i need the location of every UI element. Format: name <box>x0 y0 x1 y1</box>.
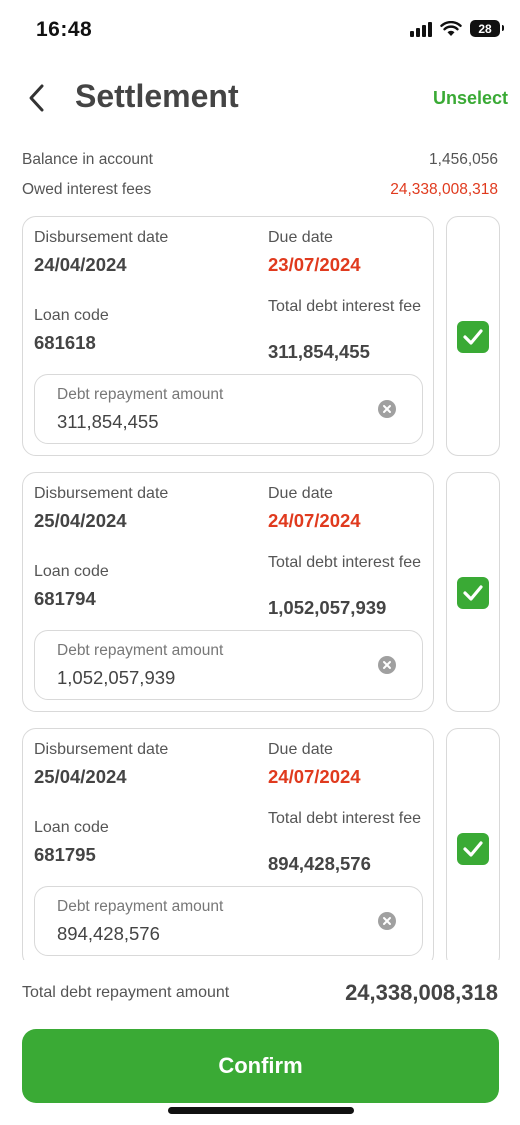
loan-code-label: Loan code <box>34 307 109 324</box>
battery-level: 28 <box>478 21 492 36</box>
back-button[interactable] <box>22 80 54 116</box>
total-fee-label: Total debt interest fee <box>268 810 421 827</box>
battery-icon: 28 <box>470 20 504 37</box>
unselect-button[interactable]: Unselect <box>433 88 508 109</box>
clear-icon[interactable] <box>378 912 396 930</box>
total-fee-value: 311,854,455 <box>268 341 370 362</box>
loan-card: Disbursement date 25/04/2024 Due date 24… <box>22 728 434 960</box>
signal-icon <box>410 21 432 37</box>
total-fee-label: Total debt interest fee <box>268 298 421 315</box>
disbursement-date-label: Disbursement date <box>34 485 169 502</box>
owed-interest-row: Owed interest fees 24,338,008,318 <box>22 181 498 199</box>
disbursement-date-value: 25/04/2024 <box>34 510 127 531</box>
owed-interest-value: 24,338,008,318 <box>390 181 498 198</box>
clear-icon[interactable] <box>378 400 396 418</box>
checkbox-checked-icon[interactable] <box>457 321 489 353</box>
balance-label: Balance in account <box>22 151 153 168</box>
checkbox-checked-icon[interactable] <box>457 833 489 865</box>
disbursement-date-value: 25/04/2024 <box>34 766 127 787</box>
clear-icon[interactable] <box>378 656 396 674</box>
chevron-left-icon <box>29 84 44 112</box>
disbursement-date-label: Disbursement date <box>34 741 169 758</box>
total-fee-label: Total debt interest fee <box>268 554 421 571</box>
disbursement-date-value: 24/04/2024 <box>34 254 127 275</box>
due-date-label: Due date <box>268 485 333 502</box>
header: Settlement Unselect <box>0 70 520 126</box>
status-icons: 28 <box>410 20 504 37</box>
loan-code-label: Loan code <box>34 563 109 580</box>
loan-code-value: 681618 <box>34 332 96 353</box>
total-repayment-label: Total debt repayment amount <box>22 984 230 1001</box>
due-date-value: 24/07/2024 <box>268 510 361 531</box>
due-date-label: Due date <box>268 741 333 758</box>
balance-row: Balance in account 1,456,056 <box>22 151 498 169</box>
select-column[interactable] <box>446 216 500 456</box>
total-fee-value: 1,052,057,939 <box>268 597 387 618</box>
loan-card: Disbursement date 25/04/2024 Due date 24… <box>22 472 434 712</box>
repayment-amount-value[interactable]: 1,052,057,939 <box>57 667 175 689</box>
due-date-value: 23/07/2024 <box>268 254 361 275</box>
repayment-amount-value[interactable]: 311,854,455 <box>57 411 159 433</box>
loan-code-value: 681794 <box>34 588 96 609</box>
repayment-amount-label: Debt repayment amount <box>57 898 224 915</box>
due-date-value: 24/07/2024 <box>268 766 361 787</box>
status-time: 16:48 <box>36 18 93 41</box>
wifi-icon <box>440 20 462 36</box>
total-fee-value: 894,428,576 <box>268 853 371 874</box>
loan-code-label: Loan code <box>34 819 109 836</box>
repayment-amount-input[interactable]: Debt repayment amount 311,854,455 <box>34 374 423 444</box>
disbursement-date-label: Disbursement date <box>34 229 169 246</box>
page-title: Settlement <box>75 78 239 114</box>
status-bar: 16:48 28 <box>0 0 520 60</box>
repayment-amount-value[interactable]: 894,428,576 <box>57 923 160 945</box>
repayment-amount-input[interactable]: Debt repayment amount 894,428,576 <box>34 886 423 956</box>
confirm-button[interactable]: Confirm <box>22 1029 499 1103</box>
due-date-label: Due date <box>268 229 333 246</box>
loan-code-value: 681795 <box>34 844 96 865</box>
total-repayment-value: 24,338,008,318 <box>345 980 498 1005</box>
owed-interest-label: Owed interest fees <box>22 181 152 198</box>
home-indicator <box>168 1107 354 1114</box>
repayment-amount-label: Debt repayment amount <box>57 386 224 403</box>
total-repayment-row: Total debt repayment amount 24,338,008,3… <box>22 980 498 1006</box>
loan-list[interactable]: Disbursement date 24/04/2024 Due date 23… <box>0 212 520 960</box>
select-column[interactable] <box>446 472 500 712</box>
select-column[interactable] <box>446 728 500 960</box>
repayment-amount-label: Debt repayment amount <box>57 642 224 659</box>
checkbox-checked-icon[interactable] <box>457 577 489 609</box>
balance-value: 1,456,056 <box>429 151 498 168</box>
loan-card: Disbursement date 24/04/2024 Due date 23… <box>22 216 434 456</box>
repayment-amount-input[interactable]: Debt repayment amount 1,052,057,939 <box>34 630 423 700</box>
